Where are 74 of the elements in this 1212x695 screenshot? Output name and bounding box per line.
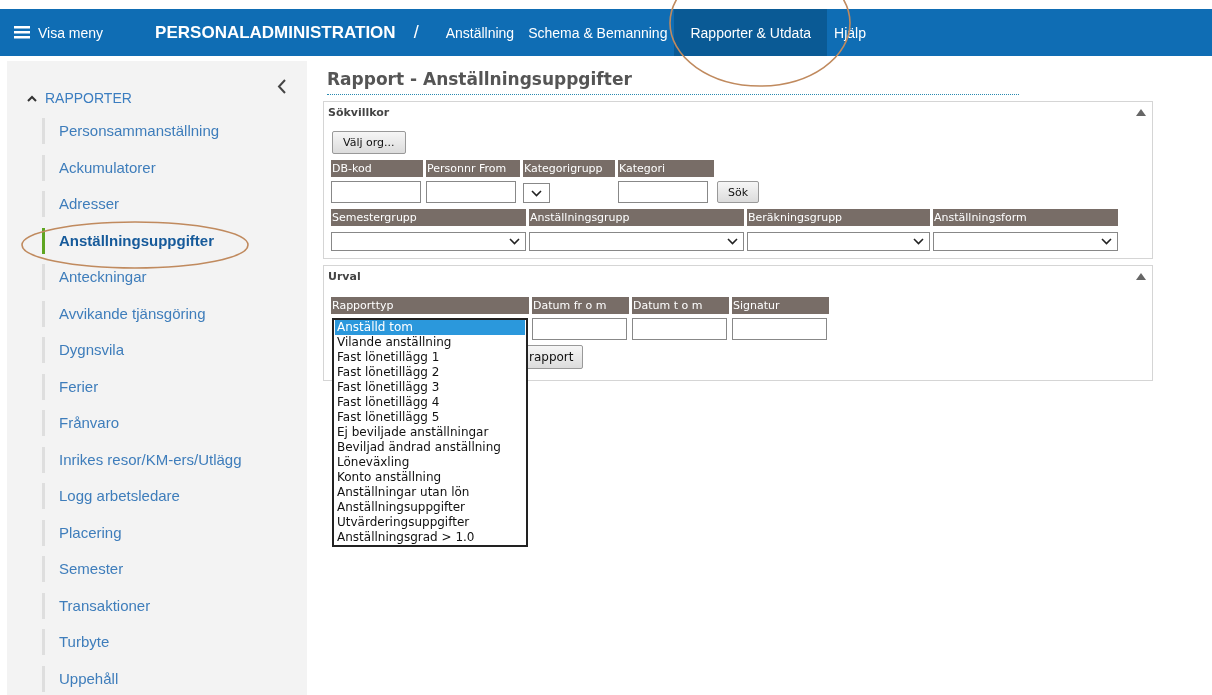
chevron-icon — [531, 189, 542, 197]
chevron-icon — [727, 238, 738, 245]
chevron-icon — [509, 238, 520, 245]
search-button[interactable]: Sök — [717, 181, 760, 203]
input-field[interactable] — [532, 318, 627, 340]
collapse-icon[interactable] — [1136, 273, 1146, 280]
dropdown-option[interactable]: Konto anställning — [335, 470, 525, 485]
field-label: Datum t o m — [632, 297, 729, 314]
dropdown-option[interactable]: Fast lönetillägg 4 — [335, 395, 525, 410]
sidebar-item[interactable]: Dygnsvila — [42, 337, 307, 363]
sidebar-item[interactable]: Uppehåll — [42, 665, 307, 692]
field-label: DB-kod — [331, 160, 423, 177]
sidebar-item[interactable]: Placering — [42, 519, 307, 546]
sidebar-item[interactable]: Frånvaro — [42, 410, 307, 436]
nav-tab[interactable]: Rapporter & Utdata — [674, 9, 828, 56]
breadcrumb-separator: / — [413, 22, 419, 43]
field-label: Beräkningsgrupp — [747, 209, 930, 226]
choose-org-button[interactable]: Välj org... — [332, 131, 406, 154]
input-field[interactable] — [732, 318, 827, 340]
dropdown-option[interactable]: Fast lönetillägg 5 — [335, 410, 525, 425]
sidebar-item[interactable]: Transaktioner — [42, 592, 307, 619]
field-label: Semestergrupp — [331, 209, 526, 226]
dropdown[interactable] — [331, 232, 526, 251]
sidebar-item[interactable]: Adresser — [42, 191, 307, 217]
collapse-icon[interactable] — [1136, 109, 1146, 116]
sidebar-item[interactable]: Personsammanställning — [42, 118, 307, 144]
field-label: Rapporttyp — [331, 297, 529, 314]
menu-button[interactable]: Visa meny — [14, 24, 104, 41]
dropdown-option[interactable]: Anställningsgrad > 1.0 — [335, 530, 525, 545]
caret-icon — [27, 94, 37, 102]
field-label: Kategorigrupp — [523, 160, 615, 177]
section-header[interactable]: RAPPORTER — [27, 90, 132, 106]
page-title: Rapport - Anställningsuppgifter — [327, 69, 1019, 95]
input-field[interactable] — [426, 181, 516, 203]
input-field[interactable] — [331, 181, 421, 203]
dropdown[interactable] — [747, 232, 930, 251]
chevron-icon — [1101, 238, 1112, 245]
panel-title: Urval — [328, 270, 361, 283]
collapse-sidebar-icon[interactable] — [277, 79, 287, 94]
sidebar-item[interactable]: Anställningsuppgifter — [42, 227, 307, 254]
sidebar-item[interactable]: Semester — [42, 556, 307, 582]
sidebar-item[interactable]: Ferier — [42, 373, 307, 400]
sidebar-item[interactable]: Inrikes resor/KM-ers/Utlägg — [42, 446, 307, 473]
dropdown-option[interactable]: Anställningsuppgifter — [335, 500, 525, 515]
dropdown-option[interactable]: Löneväxling — [335, 455, 525, 470]
field-label: Anställningsform — [933, 209, 1118, 226]
field-label: Anställningsgrupp — [529, 209, 744, 226]
dropdown[interactable] — [523, 183, 550, 203]
dropdown-option[interactable]: Anställd tom — [335, 320, 525, 335]
field-label: Personnr From — [426, 160, 520, 177]
sidebar-item[interactable]: Logg arbetsledare — [42, 483, 307, 509]
dropdown-option[interactable]: Anställningar utan lön — [335, 485, 525, 500]
sidebar-item[interactable]: Ackumulatorer — [42, 154, 307, 181]
chevron-icon — [913, 238, 924, 245]
dropdown[interactable] — [933, 232, 1118, 251]
panel-title: Sökvillkor — [328, 106, 390, 119]
sidebar-item[interactable]: Turbyte — [42, 629, 307, 655]
field-label: Kategori — [618, 160, 714, 177]
menu-icon — [14, 26, 30, 39]
dropdown-list[interactable] — [332, 318, 528, 547]
nav-tab[interactable]: Anställning — [438, 9, 522, 56]
nav-tab[interactable]: Schema & Bemanning — [521, 9, 675, 56]
input-field[interactable] — [632, 318, 727, 340]
dropdown-option[interactable]: Ej beviljade anställningar — [335, 425, 525, 440]
field-label: Datum fr o m — [532, 297, 629, 314]
app-title: PERSONALADMINISTRATION — [155, 22, 396, 43]
sidebar-item[interactable]: Anteckningar — [42, 264, 307, 290]
dropdown-option[interactable]: Fast lönetillägg 3 — [335, 380, 525, 395]
sidebar-item[interactable]: Avvikande tjänsgöring — [42, 300, 307, 327]
dropdown[interactable] — [529, 232, 744, 251]
input-field[interactable] — [618, 181, 708, 203]
dropdown-option[interactable]: Utvärderingsuppgifter — [335, 515, 525, 530]
dropdown-option[interactable]: Beviljad ändrad anställning — [335, 440, 525, 455]
field-label: Signatur — [732, 297, 829, 314]
